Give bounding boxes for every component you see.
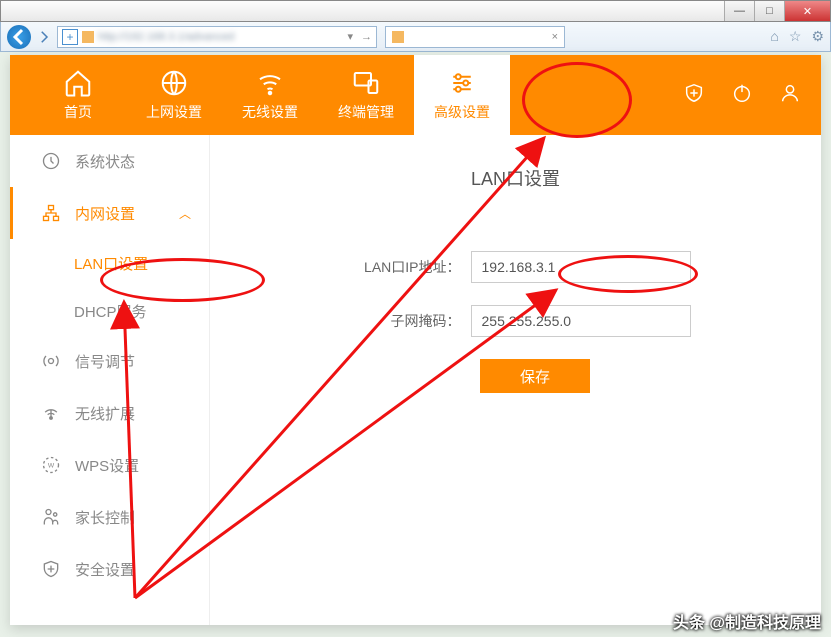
home-icon[interactable]: ⌂: [770, 28, 778, 45]
sidebar-item-wps[interactable]: W WPS设置: [10, 439, 209, 491]
sidebar-item-lan[interactable]: 内网设置 ︿: [10, 187, 209, 239]
window-close-button[interactable]: ✕: [784, 1, 830, 21]
watermark-text: 头条 @制造科技原理: [673, 609, 821, 633]
sidebar-item-status[interactable]: 系统状态: [10, 135, 209, 187]
favicon-icon: [82, 31, 94, 43]
sidebar-item-label: 安全设置: [75, 559, 135, 580]
plus-icon: +: [62, 29, 78, 45]
top-nav: 首页 上网设置 无线设置 终端管理 高级设置: [10, 55, 821, 135]
ip-input[interactable]: [471, 251, 691, 283]
tab-favicon-icon: [392, 31, 404, 43]
nav-home-label: 首页: [64, 102, 92, 122]
nav-wireless[interactable]: 无线设置: [222, 55, 318, 135]
content-title: LAN口设置: [250, 165, 781, 191]
browser-chrome-icons: ⌂ ☆ ⚙: [770, 28, 824, 45]
power-icon[interactable]: [731, 82, 753, 109]
browser-tab[interactable]: ×: [385, 26, 565, 48]
address-bar[interactable]: + http://192.168.3.1/advanced ▾ →: [57, 26, 377, 48]
tools-icon[interactable]: ⚙: [811, 28, 824, 45]
go-icon[interactable]: →: [361, 31, 372, 43]
address-text: http://192.168.3.1/advanced: [98, 31, 234, 43]
sidebar-item-label: 无线扩展: [75, 403, 135, 424]
favorites-icon[interactable]: ☆: [789, 28, 802, 45]
sidebar-item-security[interactable]: 安全设置: [10, 543, 209, 595]
nav-terminal-label: 终端管理: [338, 102, 394, 122]
shield-icon[interactable]: [683, 82, 705, 109]
sidebar-item-wds[interactable]: 无线扩展: [10, 387, 209, 439]
nav-advanced[interactable]: 高级设置: [414, 55, 510, 135]
sidebar-item-label: 内网设置: [75, 203, 135, 224]
sidebar-subitem-lanport[interactable]: LAN口设置: [10, 239, 209, 287]
nav-home[interactable]: 首页: [30, 55, 126, 135]
forward-button[interactable]: [35, 28, 53, 46]
chevron-up-icon: ︿: [179, 205, 191, 222]
router-window: 首页 上网设置 无线设置 终端管理 高级设置 系统状态: [10, 55, 821, 625]
sidebar-item-label: 系统状态: [75, 151, 135, 172]
sidebar-item-signal[interactable]: 信号调节: [10, 335, 209, 387]
content-panel: LAN口设置 LAN口IP地址： 子网掩码： 保存: [210, 135, 821, 625]
nav-terminal[interactable]: 终端管理: [318, 55, 414, 135]
sidebar-item-parental[interactable]: 家长控制: [10, 491, 209, 543]
nav-advanced-label: 高级设置: [434, 102, 490, 122]
ip-label: LAN口IP地址：: [341, 257, 471, 277]
window-maximize-button[interactable]: □: [754, 1, 784, 21]
router-body: 系统状态 内网设置 ︿ LAN口设置 DHCP服务 信号调节 无线扩展: [10, 135, 821, 625]
sidebar: 系统状态 内网设置 ︿ LAN口设置 DHCP服务 信号调节 无线扩展: [10, 135, 210, 625]
nav-internet[interactable]: 上网设置: [126, 55, 222, 135]
dropdown-icon[interactable]: ▾: [347, 30, 353, 43]
back-button[interactable]: [7, 25, 31, 49]
nav-wireless-label: 无线设置: [242, 102, 298, 122]
sidebar-subitem-label: LAN口设置: [74, 253, 148, 274]
sidebar-subitem-label: DHCP服务: [74, 301, 147, 322]
form-row-ip: LAN口IP地址：: [250, 251, 781, 283]
nav-right-icons: [683, 82, 801, 109]
svg-text:W: W: [48, 463, 55, 470]
window-titlebar: — □ ✕: [0, 0, 831, 22]
browser-toolbar: + http://192.168.3.1/advanced ▾ → × ⌂ ☆ …: [0, 22, 831, 52]
sidebar-item-label: 家长控制: [75, 507, 135, 528]
window-minimize-button[interactable]: —: [724, 1, 754, 21]
nav-internet-label: 上网设置: [146, 102, 202, 122]
sidebar-subitem-dhcp[interactable]: DHCP服务: [10, 287, 209, 335]
mask-label: 子网掩码：: [341, 311, 471, 331]
sidebar-item-label: WPS设置: [75, 455, 139, 476]
mask-input[interactable]: [471, 305, 691, 337]
tab-close-button[interactable]: ×: [552, 31, 558, 43]
form-row-mask: 子网掩码：: [250, 305, 781, 337]
sidebar-item-label: 信号调节: [75, 351, 135, 372]
user-icon[interactable]: [779, 82, 801, 109]
save-button[interactable]: 保存: [480, 359, 590, 393]
